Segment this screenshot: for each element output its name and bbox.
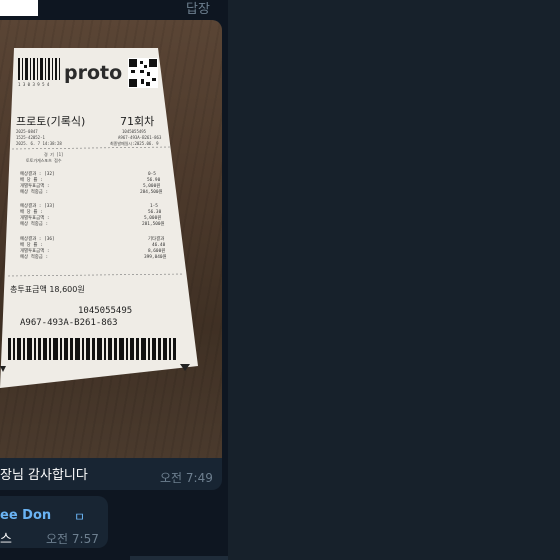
bet-value: 0-5: [148, 171, 156, 177]
product-name: 프로토(기록식): [16, 115, 85, 128]
bet-line: 개별투표금액 :: [20, 214, 50, 221]
message-timestamp: 오전 7:49: [160, 471, 213, 485]
header-right-line: 1045055495: [122, 129, 147, 134]
total-amount: 총투표금액 18,600원: [10, 284, 85, 294]
game-label: 경 기 [1]: [44, 151, 63, 157]
qr-code-icon: [128, 58, 158, 88]
header-left-line: 1525-42052-1: [16, 135, 45, 140]
right-panel: [228, 0, 560, 560]
bet-line: 배 당 률 :: [20, 208, 43, 215]
photo-message-bubble[interactable]: 1 3 0 3 9 5 4 proto 프로토(기록식) 71회차 2025-0…: [0, 20, 222, 490]
ticket-number: 1045055495: [78, 306, 132, 316]
receipt-photo[interactable]: 1 3 0 3 9 5 4 proto 프로토(기록식) 71회차 2025-0…: [0, 20, 222, 458]
bet-line: 예상 적중금 :: [20, 220, 48, 227]
bet-line: 예상 적중금 :: [20, 188, 48, 195]
bet-value: 56.90: [147, 177, 161, 183]
bet-value: 56.30: [148, 209, 162, 215]
message-caption: 장님 감사합니다: [0, 468, 88, 483]
sender-name[interactable]: ee Don: [0, 508, 51, 523]
header-right-line: A967-493A-B261-863: [118, 135, 162, 140]
bet-value: 46.40: [152, 242, 166, 248]
bet-value: 기타결과: [148, 235, 164, 242]
reply-label[interactable]: 답장: [186, 0, 210, 17]
message-text: 스: [0, 532, 12, 547]
bet-value: 8,600원: [148, 247, 165, 254]
bet-line: 개별투표금액 :: [20, 182, 50, 189]
bet-value: 1-5: [150, 203, 158, 209]
ticket-code: A967-493A-B261-863: [20, 318, 118, 328]
brand-logo: proto: [64, 62, 122, 84]
bet-value: 5,000원: [143, 182, 160, 189]
header-left-line: 2025-0847: [16, 129, 38, 134]
bet-line: 예상결과 : [36]: [20, 235, 55, 242]
receipt-drawing: 1 3 0 3 9 5 4 proto 프로토(기록식) 71회차 2025-0…: [0, 48, 198, 388]
message-timestamp: 오전 7:57: [46, 532, 99, 546]
bet-line: 예상 적중금 :: [20, 253, 48, 260]
bet-line: 배 당 률 :: [20, 176, 43, 183]
bet-line: 개별투표금액 :: [20, 247, 50, 254]
bottom-divider: [130, 556, 228, 560]
game-sub: 토토가게스포츠 점수: [26, 157, 62, 163]
previous-message-fragment: [0, 0, 38, 16]
reply-message-bubble[interactable]: ee Don ㅁ 스 오전 7:57: [0, 496, 108, 548]
header-left-line: 2025. 6. 7 14:38:28: [16, 141, 62, 146]
barcode-number: 1 3 0 3 9 5 4: [18, 82, 50, 87]
round-number: 71회차: [120, 115, 154, 128]
bet-value: 284,500원: [140, 188, 163, 195]
bet-line: 예상결과 : [33]: [20, 202, 55, 209]
bet-value: 399,040원: [144, 253, 167, 260]
bet-value: 5,000원: [144, 214, 161, 221]
header-right-line: 최종발매일시:2025.06. 9: [110, 140, 159, 146]
sender-extra: ㅁ: [74, 510, 86, 524]
bet-line: 예상결과 : [32]: [20, 170, 55, 177]
bet-line: 배 당 률 :: [20, 241, 43, 248]
bet-value: 281,500원: [142, 220, 165, 227]
